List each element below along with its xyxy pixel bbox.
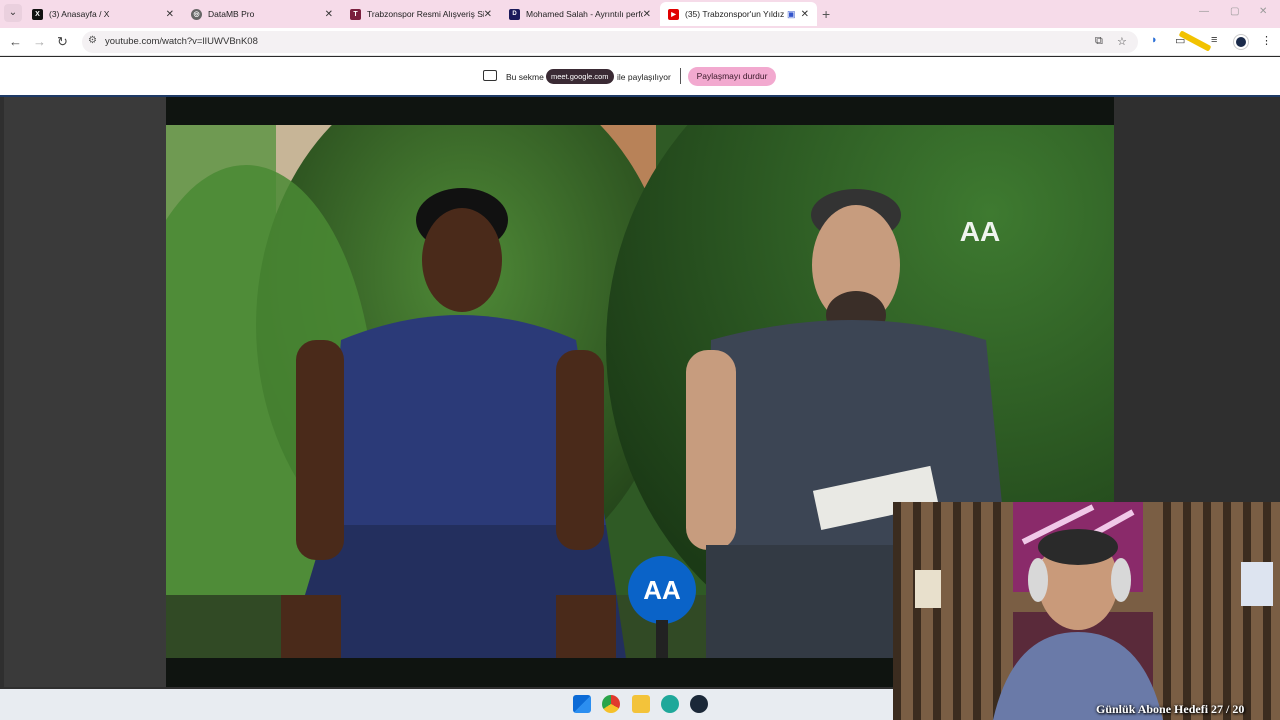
reload-icon[interactable]: ↻: [57, 34, 68, 50]
stop-sharing-button[interactable]: Paylaşmayı durdur: [688, 67, 776, 86]
share-text-after: ile paylaşılıyor: [617, 72, 671, 82]
left-gutter: [4, 97, 166, 687]
subscriber-goal-caption: Günlük Abone Hedefi 27 / 20: [1096, 702, 1245, 716]
tab-salah[interactable]: D Mohamed Salah - Ayrıntılı perfo ✕: [501, 2, 659, 26]
aa-watermark: AA: [960, 216, 1000, 247]
tab-search-button[interactable]: ⌄: [4, 4, 22, 22]
close-window-icon[interactable]: ✕: [1259, 6, 1267, 17]
webcam-scene: [893, 502, 1280, 720]
youtube-icon: ▶: [668, 8, 679, 20]
bookmark-star-icon[interactable]: ☆: [1117, 35, 1127, 48]
maximize-icon[interactable]: ▢: [1230, 6, 1239, 17]
svg-text:AA: AA: [643, 575, 681, 605]
close-tab-icon[interactable]: ✕: [484, 9, 492, 20]
tab-strip: ⌄ X (3) Anasayfa / X ✕ ◎ DataMB Pro ✕ T …: [0, 0, 1280, 28]
chrome-icon[interactable]: [602, 695, 620, 713]
site-info-icon[interactable]: ⚙: [88, 35, 97, 46]
tab-title: (35) Trabzonspor'un Yıldız K: [685, 9, 785, 19]
install-app-icon[interactable]: ⧉: [1095, 35, 1103, 48]
minimize-icon[interactable]: —: [1199, 6, 1209, 17]
tab-title: Mohamed Salah - Ayrıntılı perfo: [526, 9, 643, 19]
trabzonspor-icon: T: [350, 8, 361, 20]
tab-youtube-active[interactable]: ▶ (35) Trabzonspor'un Yıldız K ▣ ✕: [660, 2, 817, 26]
forward-icon[interactable]: →: [33, 34, 46, 49]
url-text[interactable]: youtube.com/watch?v=lIUWVBnK08: [105, 36, 258, 47]
address-bar[interactable]: ⚙ youtube.com/watch?v=lIUWVBnK08 ⧉ ☆: [82, 31, 1138, 53]
windows-start-icon[interactable]: [573, 695, 591, 713]
datamb-icon: ◎: [191, 8, 202, 20]
screen-share-icon: [483, 70, 497, 81]
steam-icon[interactable]: [690, 695, 708, 713]
webcam-overlay: [893, 502, 1280, 720]
sharing-indicator-icon: ▣: [787, 8, 796, 19]
close-tab-icon[interactable]: ✕: [325, 9, 333, 20]
share-domain-badge: meet.google.com: [546, 69, 614, 84]
back-icon[interactable]: ←: [9, 34, 22, 49]
datamb-pro-icon: D: [509, 8, 520, 20]
more-menu-icon[interactable]: ⋮: [1261, 34, 1272, 47]
divider: [680, 68, 681, 84]
tab-x[interactable]: X (3) Anasayfa / X ✕: [24, 2, 182, 26]
profile-avatar[interactable]: [1234, 35, 1248, 49]
browser-toolbar: ← → ↻ ⚙ youtube.com/watch?v=lIUWVBnK08 ⧉…: [0, 28, 1280, 56]
tab-trabzonspor-store[interactable]: T Trabzonspor Resmi Alışveriş Sit ✕: [342, 2, 500, 26]
tab-title: (3) Anasayfa / X: [49, 9, 110, 19]
windows-taskbar: [0, 689, 893, 720]
tab-title: DataMB Pro: [208, 9, 255, 19]
share-text-before: Bu sekme: [506, 72, 544, 82]
x-icon: X: [32, 8, 43, 20]
close-tab-icon[interactable]: ✕: [166, 9, 174, 20]
new-tab-button[interactable]: +: [822, 6, 830, 22]
media-controls-icon[interactable]: ≡: [1211, 34, 1217, 46]
app-icon[interactable]: [661, 695, 679, 713]
file-explorer-icon[interactable]: [632, 695, 650, 713]
close-tab-icon[interactable]: ✕: [643, 9, 651, 20]
extension-icon[interactable]: ◗: [1151, 34, 1158, 46]
close-tab-icon[interactable]: ✕: [801, 9, 809, 20]
tab-title: Trabzonspor Resmi Alışveriş Sit: [367, 9, 484, 19]
tab-datamb[interactable]: ◎ DataMB Pro ✕: [183, 2, 341, 26]
